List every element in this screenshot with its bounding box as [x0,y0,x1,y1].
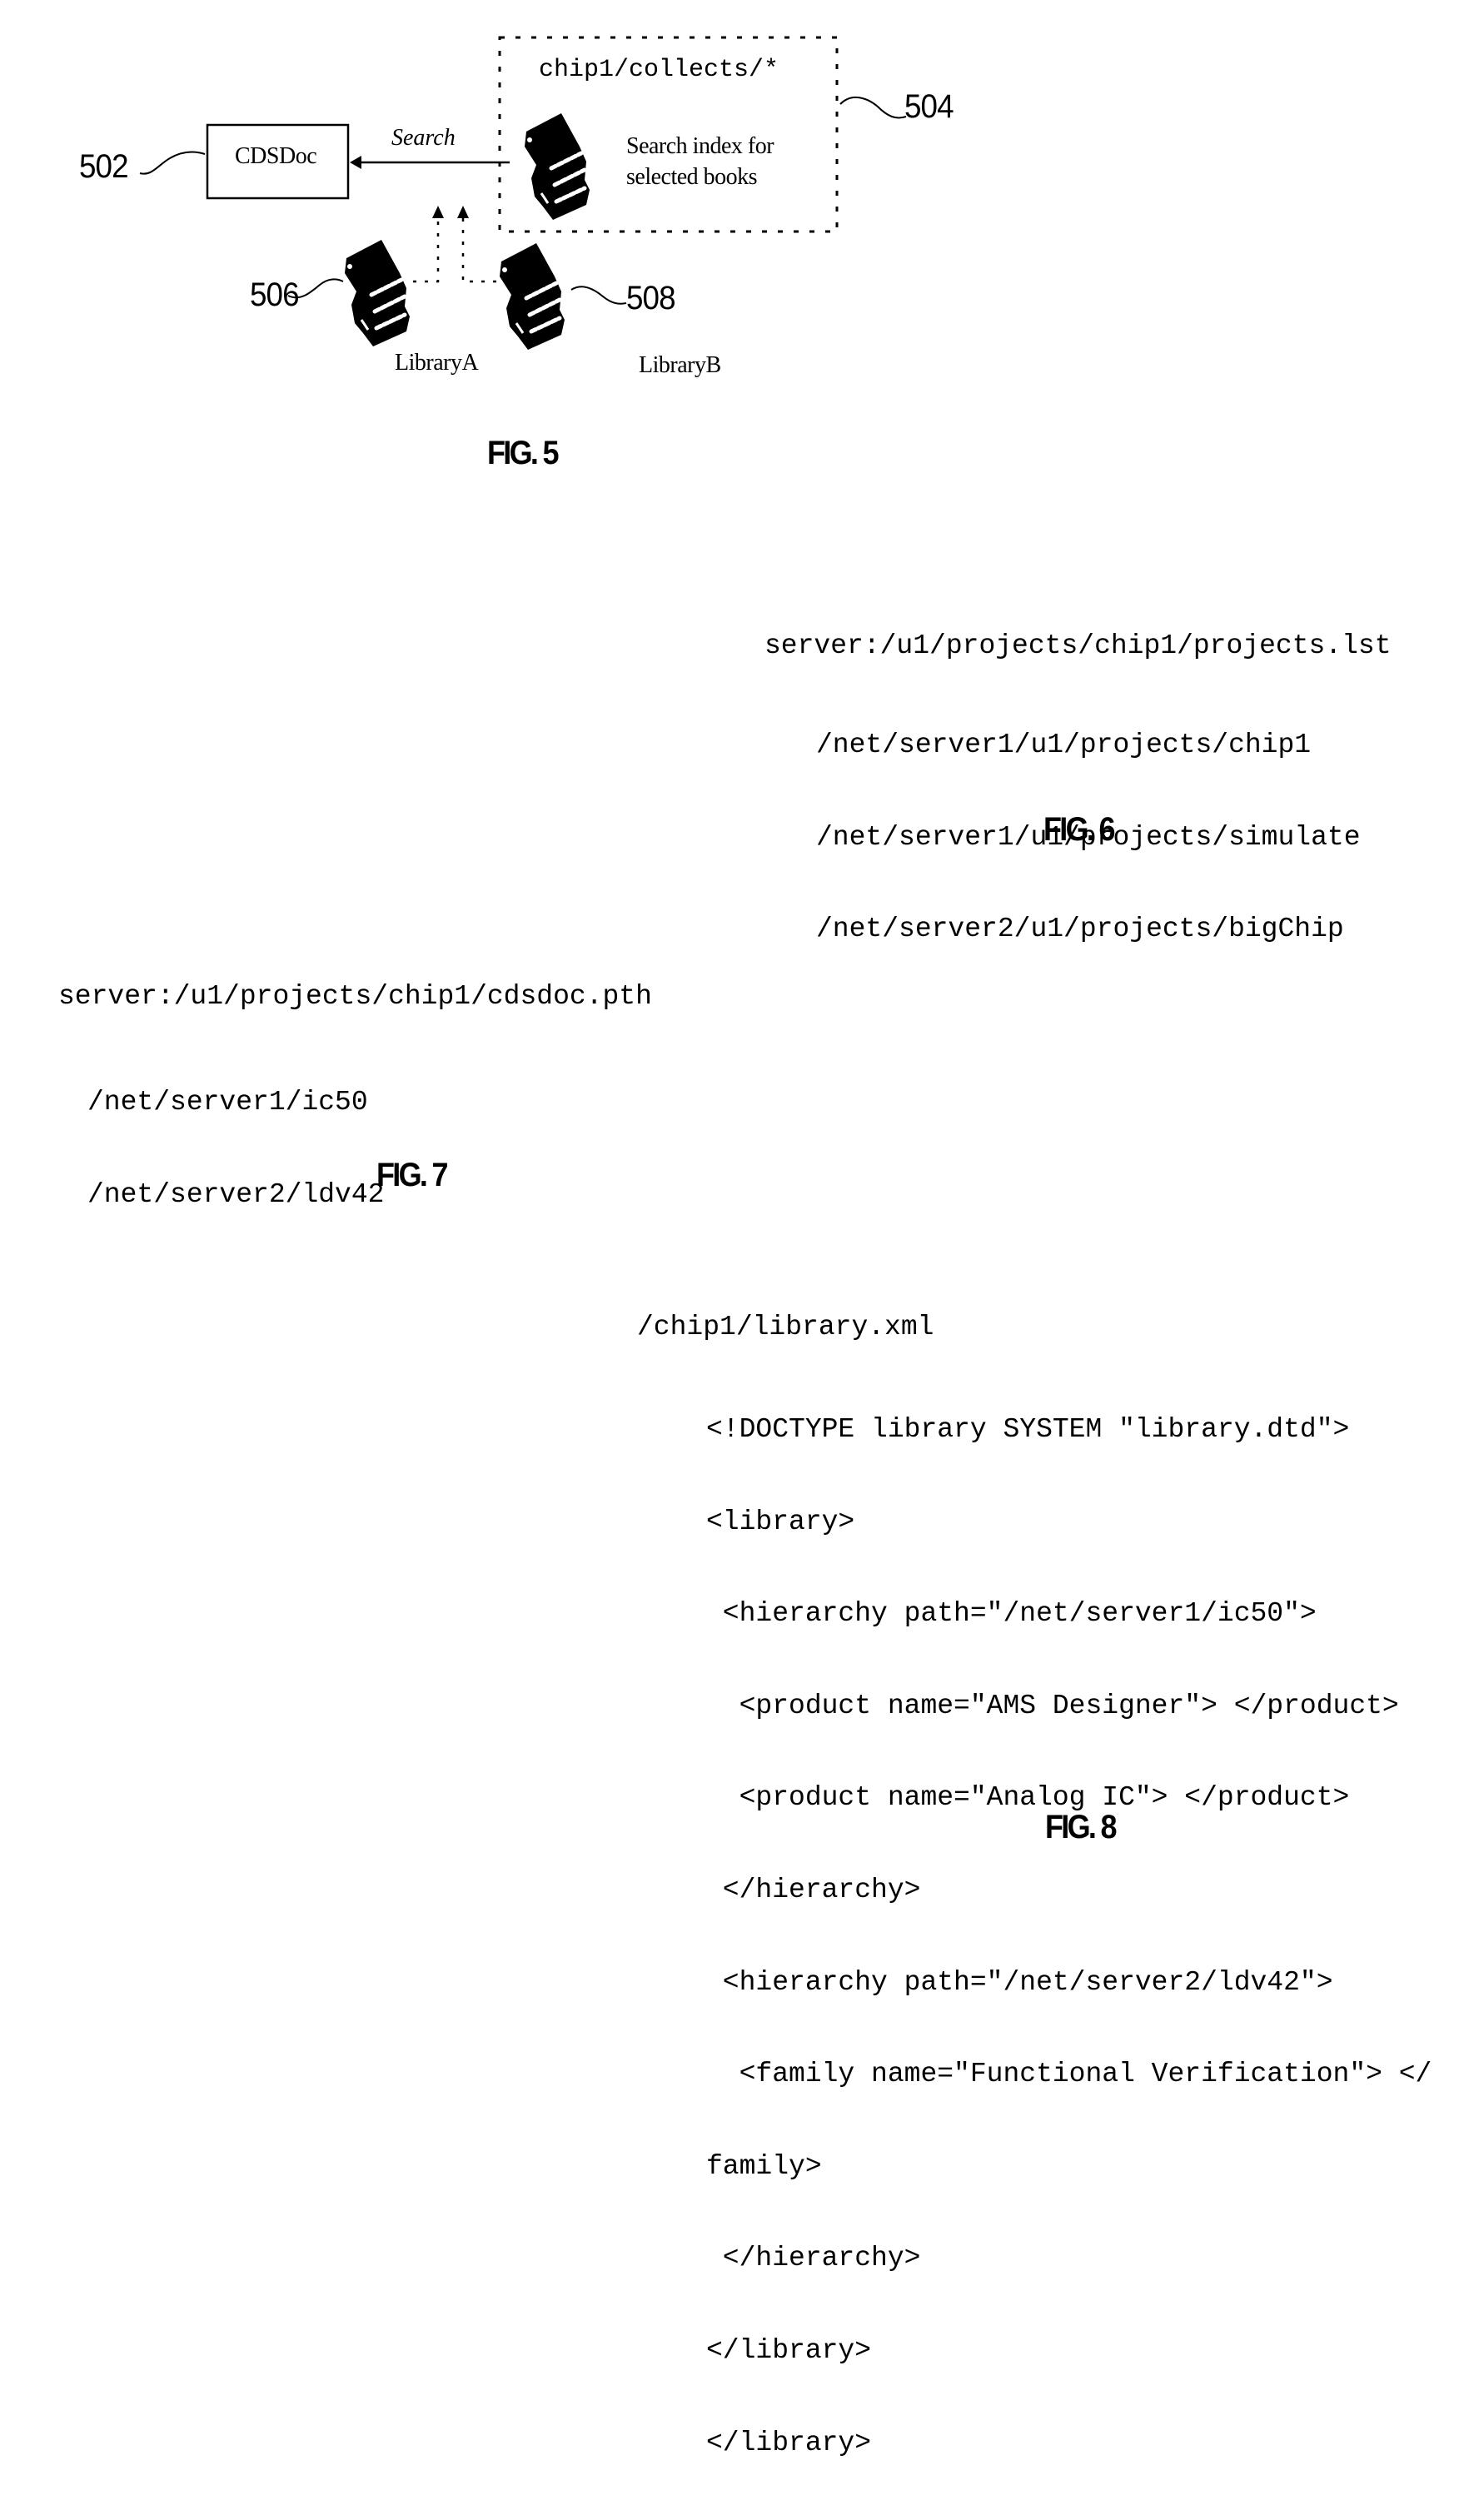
xml-line: <family name="Functional Verification"> … [706,2059,1432,2090]
index-caption-line1: Search index for [626,133,774,159]
xml-line: <library> [706,1506,855,1537]
xml-line: </library> [706,2334,872,2366]
xml-line: family> [706,2150,822,2182]
xml-line: </hierarchy> [706,1874,921,1905]
library-b-books-icon [500,243,565,350]
ref-504: 504 [904,88,954,125]
fig8-file-path: /chip1/library.xml [637,1312,934,1342]
index-books-icon [525,113,590,220]
library-b-connector [461,218,496,283]
xml-line: </library> [706,2427,872,2458]
library-a-label: LibraryA [395,350,479,376]
ref-502: 502 [79,148,129,185]
library-a-arrowhead [432,206,444,218]
ref-508-leader [570,286,627,305]
xml-line: </hierarchy> [706,2243,921,2274]
ref-504-leader [839,97,907,119]
fig7-entry: /net/server2/ldv42 [87,1178,385,1210]
fig6-entry: /net/server2/u1/projects/bigChip [816,914,1344,945]
index-caption-line2: selected books [626,164,758,190]
fig7-label: FIG. 7 [376,1157,449,1193]
xml-line: <hierarchy path="/net/server1/ic50"> [706,1598,1317,1630]
fig7-file-path: server:/u1/projects/chip1/cdsdoc.pth [58,981,652,1012]
ref-502-leader [139,151,206,175]
fig7-entry: /net/server1/ic50 [87,1087,368,1118]
ref-508: 508 [626,280,676,316]
fig7-entries: /net/server1/ic50 /net/server2/ldv42 [87,1026,384,1272]
library-b-label: LibraryB [639,352,721,378]
fig6-file-path: server:/u1/projects/chip1/projects.lst [764,630,1392,661]
cdsdoc-label: CDSDoc [235,143,317,169]
fig6-entry: /net/server1/u1/projects/chip1 [816,730,1312,760]
search-arrowhead [350,156,361,169]
fig5-label: FIG. 5 [487,435,560,471]
xml-line: <!DOCTYPE library SYSTEM "library.dtd"> [706,1414,1350,1445]
library-b-arrowhead [457,206,469,218]
fig8-xml: <!DOCTYPE library SYSTEM "library.dtd"> … [706,1353,1432,2520]
search-arrow-label: Search [391,125,456,151]
fig8-label: FIG. 8 [1045,1809,1118,1845]
xml-line: <hierarchy path="/net/server2/ldv42"> [706,1966,1333,1998]
library-a-books-icon [345,240,410,346]
fig6-label: FIG. 6 [1043,811,1116,848]
xml-line: <product name="AMS Designer"> </product> [706,1690,1399,1721]
library-a-connector [413,218,440,283]
collection-path: chip1/collects/* [539,56,779,84]
ref-506: 506 [250,276,300,313]
